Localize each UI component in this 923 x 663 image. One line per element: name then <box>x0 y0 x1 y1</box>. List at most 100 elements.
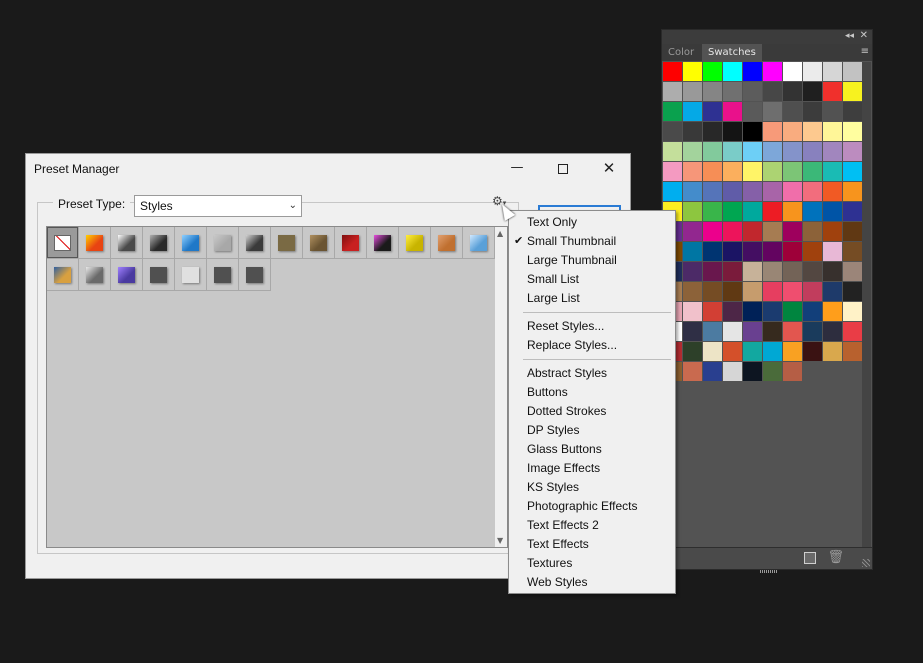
color-swatch[interactable] <box>763 282 782 301</box>
color-swatch[interactable] <box>823 242 842 261</box>
color-swatch[interactable] <box>783 282 802 301</box>
color-swatch[interactable] <box>743 342 762 361</box>
style-thumbnail[interactable] <box>175 259 207 291</box>
color-swatch[interactable] <box>683 122 702 141</box>
color-swatch[interactable] <box>783 202 802 221</box>
scroll-up-icon[interactable]: ▲ <box>497 229 503 238</box>
color-swatch[interactable] <box>743 302 762 321</box>
color-swatch[interactable] <box>723 242 742 261</box>
style-thumbnail[interactable] <box>207 259 239 291</box>
color-swatch[interactable] <box>843 202 862 221</box>
color-swatch[interactable] <box>803 202 822 221</box>
menu-item[interactable]: KS Styles <box>527 478 579 497</box>
color-swatch[interactable] <box>823 322 842 341</box>
close-panel-icon[interactable]: ✕ <box>860 30 868 41</box>
color-swatch[interactable] <box>763 202 782 221</box>
style-thumbnail[interactable] <box>143 259 175 291</box>
style-thumbnail[interactable] <box>463 227 495 259</box>
color-swatch[interactable] <box>703 142 722 161</box>
color-swatch[interactable] <box>683 262 702 281</box>
color-swatch[interactable] <box>663 122 682 141</box>
color-swatch[interactable] <box>723 362 742 381</box>
color-swatch[interactable] <box>803 282 822 301</box>
color-swatch[interactable] <box>803 162 822 181</box>
color-swatch[interactable] <box>763 322 782 341</box>
color-swatch[interactable] <box>803 82 822 101</box>
menu-item[interactable]: Buttons <box>527 383 568 402</box>
color-swatch[interactable] <box>723 82 742 101</box>
color-swatch[interactable] <box>823 122 842 141</box>
color-swatch[interactable] <box>683 182 702 201</box>
color-swatch[interactable] <box>763 162 782 181</box>
color-swatch[interactable] <box>803 102 822 121</box>
color-swatch[interactable] <box>723 142 742 161</box>
color-swatch[interactable] <box>843 322 862 341</box>
color-swatch[interactable] <box>683 342 702 361</box>
menu-item[interactable]: Photographic Effects <box>527 497 638 516</box>
menu-item[interactable]: Text Only <box>527 213 577 232</box>
color-swatch[interactable] <box>803 342 822 361</box>
color-swatch[interactable] <box>723 322 742 341</box>
tab-swatches[interactable]: Swatches <box>702 44 762 61</box>
color-swatch[interactable] <box>783 82 802 101</box>
color-swatch[interactable] <box>823 102 842 121</box>
color-swatch[interactable] <box>723 222 742 241</box>
color-swatch[interactable] <box>843 242 862 261</box>
menu-item[interactable]: Abstract Styles <box>527 364 607 383</box>
color-swatch[interactable] <box>743 202 762 221</box>
menu-item[interactable]: Glass Buttons <box>527 440 602 459</box>
color-swatch[interactable] <box>683 302 702 321</box>
style-thumbnail[interactable] <box>143 227 175 259</box>
color-swatch[interactable] <box>763 142 782 161</box>
color-swatch[interactable] <box>743 122 762 141</box>
color-swatch[interactable] <box>723 282 742 301</box>
color-swatch[interactable] <box>723 262 742 281</box>
menu-item[interactable]: Text Effects 2 <box>527 516 599 535</box>
color-swatch[interactable] <box>683 322 702 341</box>
minimize-button[interactable]: — <box>494 154 540 184</box>
color-swatch[interactable] <box>823 282 842 301</box>
color-swatch[interactable] <box>703 222 722 241</box>
color-swatch[interactable] <box>763 362 782 381</box>
color-swatch[interactable] <box>723 62 742 81</box>
panel-scrollbar[interactable] <box>862 62 871 547</box>
color-swatch[interactable] <box>743 262 762 281</box>
color-swatch[interactable] <box>683 62 702 81</box>
color-swatch[interactable] <box>803 222 822 241</box>
color-swatch[interactable] <box>683 82 702 101</box>
color-swatch[interactable] <box>743 242 762 261</box>
color-swatch[interactable] <box>783 162 802 181</box>
color-swatch[interactable] <box>843 182 862 201</box>
color-swatch[interactable] <box>803 242 822 261</box>
color-swatch[interactable] <box>803 122 822 141</box>
menu-item[interactable]: Reset Styles... <box>527 317 604 336</box>
trash-icon[interactable]: 🗑 <box>827 550 844 565</box>
color-swatch[interactable] <box>843 162 862 181</box>
color-swatch[interactable] <box>783 362 802 381</box>
color-swatch[interactable] <box>823 202 842 221</box>
color-swatch[interactable] <box>723 182 742 201</box>
color-swatch[interactable] <box>683 362 702 381</box>
color-swatch[interactable] <box>843 282 862 301</box>
color-swatch[interactable] <box>703 322 722 341</box>
color-swatch[interactable] <box>823 262 842 281</box>
color-swatch[interactable] <box>803 182 822 201</box>
color-swatch[interactable] <box>703 122 722 141</box>
color-swatch[interactable] <box>743 322 762 341</box>
color-swatch[interactable] <box>743 102 762 121</box>
menu-item[interactable]: Dotted Strokes <box>527 402 606 421</box>
color-swatch[interactable] <box>823 222 842 241</box>
color-swatch[interactable] <box>703 302 722 321</box>
new-swatch-icon[interactable] <box>804 552 816 564</box>
color-swatch[interactable] <box>843 342 862 361</box>
color-swatch[interactable] <box>703 162 722 181</box>
tab-color[interactable]: Color <box>662 44 700 61</box>
collapse-panel-icon[interactable]: ◂◂ <box>845 31 854 41</box>
color-swatch[interactable] <box>843 302 862 321</box>
color-swatch[interactable] <box>723 202 742 221</box>
color-swatch[interactable] <box>763 82 782 101</box>
panel-menu-icon[interactable]: ≡ <box>861 46 869 57</box>
style-thumbnail[interactable] <box>47 259 79 291</box>
color-swatch[interactable] <box>723 302 742 321</box>
color-swatch[interactable] <box>683 242 702 261</box>
